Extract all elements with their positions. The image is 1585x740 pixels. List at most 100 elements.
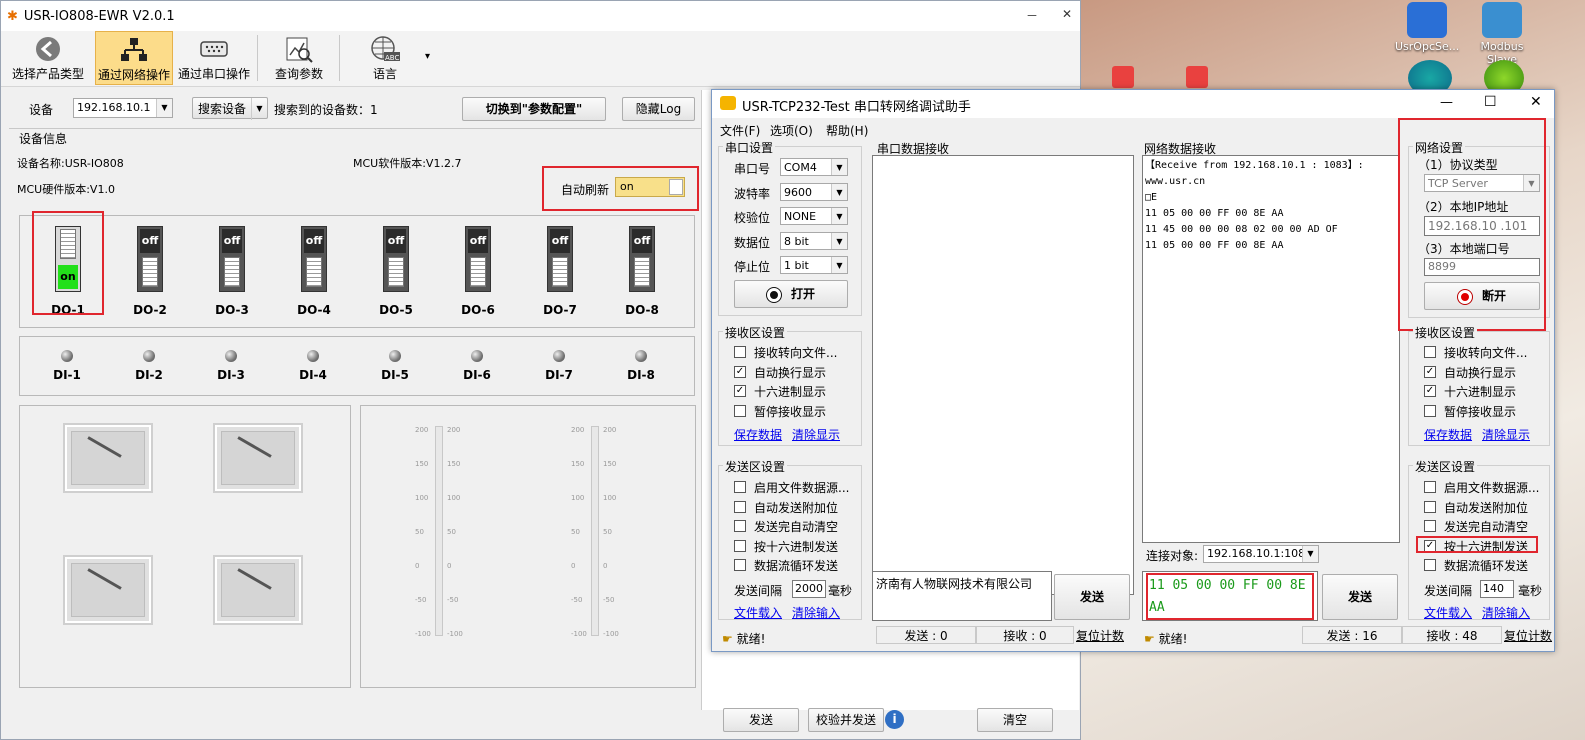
minimize-button[interactable]: － — [1021, 7, 1043, 25]
serial-field-select[interactable]: 8 bit ▼ — [780, 231, 848, 250]
menu-help[interactable]: 帮助(H) — [826, 122, 868, 139]
desktop-icon-modbus-slave[interactable]: Modbus Slave — [1470, 2, 1534, 66]
do-switch[interactable]: off — [383, 226, 409, 292]
do-switch[interactable]: off — [629, 226, 655, 292]
checkbox[interactable] — [734, 481, 746, 493]
analog-gauge — [63, 423, 153, 493]
info-icon[interactable]: i — [885, 710, 904, 729]
switch-to-config-button[interactable]: 切换到"参数配置" — [462, 97, 606, 121]
do-switch[interactable]: off — [137, 226, 163, 292]
do-switch[interactable]: off — [301, 226, 327, 292]
serial-field-select[interactable]: NONE ▼ — [780, 207, 848, 225]
thermo-tick-label: 0 — [415, 562, 420, 570]
checkbox-label: 数据流循环发送 — [1444, 559, 1529, 573]
net-send-button[interactable]: 发送 — [1322, 574, 1398, 620]
do-switch[interactable]: off — [465, 226, 491, 292]
serial-send-count: 发送 : 0 — [876, 626, 976, 644]
hide-log-button[interactable]: 隐藏Log — [622, 97, 695, 121]
clear-button[interactable]: 清空 — [977, 708, 1053, 732]
field-value: 9600 — [784, 185, 812, 199]
thermo-tick-label: 100 — [603, 494, 617, 502]
clear-input-link[interactable]: 清除输入 — [792, 604, 840, 621]
net-recv-area[interactable]: 【Receive from 192.168.10.1 : 1083】: www.u… — [1142, 155, 1400, 543]
checkbox[interactable] — [1424, 500, 1436, 513]
checkbox[interactable]: ✓ — [1424, 365, 1436, 378]
switch-slider — [388, 257, 404, 287]
menu-file[interactable]: 文件(F) — [720, 122, 760, 139]
device-ip-select[interactable]: 192.168.10.1 ▼ — [73, 98, 173, 118]
svg-text:ABC: ABC — [385, 54, 399, 62]
checkbox[interactable]: ✓ — [734, 385, 746, 397]
tool-serial-operation[interactable]: 通过串口操作 — [175, 31, 253, 85]
di-led-icon — [61, 350, 73, 362]
ready-text: 就绪! — [736, 632, 766, 646]
checkbox-label: 发送完自动清空 — [754, 520, 839, 534]
menu-options[interactable]: 选项(O) — [770, 122, 813, 139]
close-button[interactable]: ✕ — [1056, 7, 1078, 25]
minimize-button[interactable]: — — [1440, 95, 1453, 110]
serial-field-select[interactable]: COM4 ▼ — [780, 158, 848, 176]
desktop-icon-usropcserver[interactable]: UsrOpcSe... — [1395, 2, 1459, 53]
checkbox[interactable] — [1424, 481, 1436, 493]
checkbox-label: 自动换行显示 — [1444, 365, 1517, 380]
checkbox[interactable] — [1424, 346, 1436, 358]
thermo-tick-label: -100 — [603, 630, 619, 638]
switch-slider — [634, 257, 650, 287]
do-switch[interactable]: off — [219, 226, 245, 292]
tool-select-product[interactable]: 选择产品类型 — [9, 31, 87, 85]
checkbox[interactable] — [1424, 404, 1436, 417]
pdf-icon[interactable] — [1112, 66, 1134, 88]
send-button[interactable]: 发送 — [723, 708, 799, 732]
save-data-link[interactable]: 保存数据 — [1424, 426, 1472, 443]
main-toolbar: 选择产品类型 通过网络操作 通过串口操作 查询参数 ABC 语言 ▾ — [1, 31, 1080, 87]
serial-reset-count[interactable]: 复位计数 — [1076, 627, 1124, 644]
save-data-link[interactable]: 保存数据 — [734, 426, 782, 443]
di-panel — [19, 336, 695, 396]
checkbox[interactable] — [734, 539, 746, 552]
clear-display-link[interactable]: 清除显示 — [1482, 426, 1530, 443]
checkbox[interactable]: ✓ — [1424, 385, 1436, 397]
serial-field-select[interactable]: 1 bit ▼ — [780, 256, 848, 274]
toolbar-divider — [257, 35, 258, 81]
recv-line: www.usr.cn — [1145, 176, 1206, 187]
open-serial-button[interactable]: 打开 — [734, 280, 848, 308]
tool-language[interactable]: ABC 语言 — [347, 31, 423, 85]
device-ip-value: 192.168.10.1 — [77, 101, 151, 114]
checkbox[interactable] — [734, 404, 746, 417]
clear-display-link[interactable]: 清除显示 — [792, 426, 840, 443]
close-button[interactable]: ✕ — [1530, 94, 1542, 110]
found-devices-text: 搜索到的设备数：1 — [274, 101, 378, 118]
pdf-icon[interactable] — [1186, 66, 1208, 88]
back-arrow-icon — [33, 35, 63, 63]
maximize-button[interactable]: ☐ — [1484, 94, 1497, 110]
serial-recv-area[interactable] — [872, 155, 1134, 595]
serial-send-input[interactable]: 济南有人物联网技术有限公司 — [872, 571, 1052, 621]
tool-query-params[interactable]: 查询参数 — [263, 31, 335, 85]
checkbox[interactable] — [734, 520, 746, 532]
checkbox[interactable] — [1424, 559, 1436, 571]
checkbox[interactable] — [734, 346, 746, 358]
field-label: 波特率 — [734, 186, 771, 201]
tool-network-operation[interactable]: 通过网络操作 — [95, 31, 173, 85]
network-icon — [119, 36, 149, 64]
serial-send-button[interactable]: 发送 — [1054, 574, 1130, 620]
serial-field-select[interactable]: 9600 ▼ — [780, 182, 848, 201]
load-file-link[interactable]: 文件载入 — [734, 604, 782, 621]
toolbar-more-chevron-icon[interactable]: ▾ — [425, 51, 430, 62]
interval-input[interactable]: 140 — [1480, 580, 1514, 598]
clear-input-link[interactable]: 清除输入 — [1482, 604, 1530, 621]
thermo-tick-label: -100 — [415, 630, 431, 638]
checkbox[interactable] — [1424, 520, 1436, 532]
thermo-tick-label: 100 — [571, 494, 585, 502]
checkbox[interactable] — [734, 500, 746, 513]
checkbox[interactable] — [734, 559, 746, 571]
net-reset-count[interactable]: 复位计数 — [1504, 627, 1552, 644]
checkbox[interactable]: ✓ — [734, 365, 746, 378]
search-device-button[interactable]: 搜索设备 ▼ — [192, 97, 268, 120]
load-file-link[interactable]: 文件载入 — [1424, 604, 1472, 621]
verify-send-button[interactable]: 校验并发送 — [808, 708, 884, 732]
connect-target-select[interactable]: 192.168.10.1:1083 ▼ — [1203, 545, 1319, 563]
do-switch[interactable]: off — [547, 226, 573, 292]
app-icon — [1407, 2, 1447, 38]
interval-input[interactable]: 2000 — [792, 580, 826, 598]
